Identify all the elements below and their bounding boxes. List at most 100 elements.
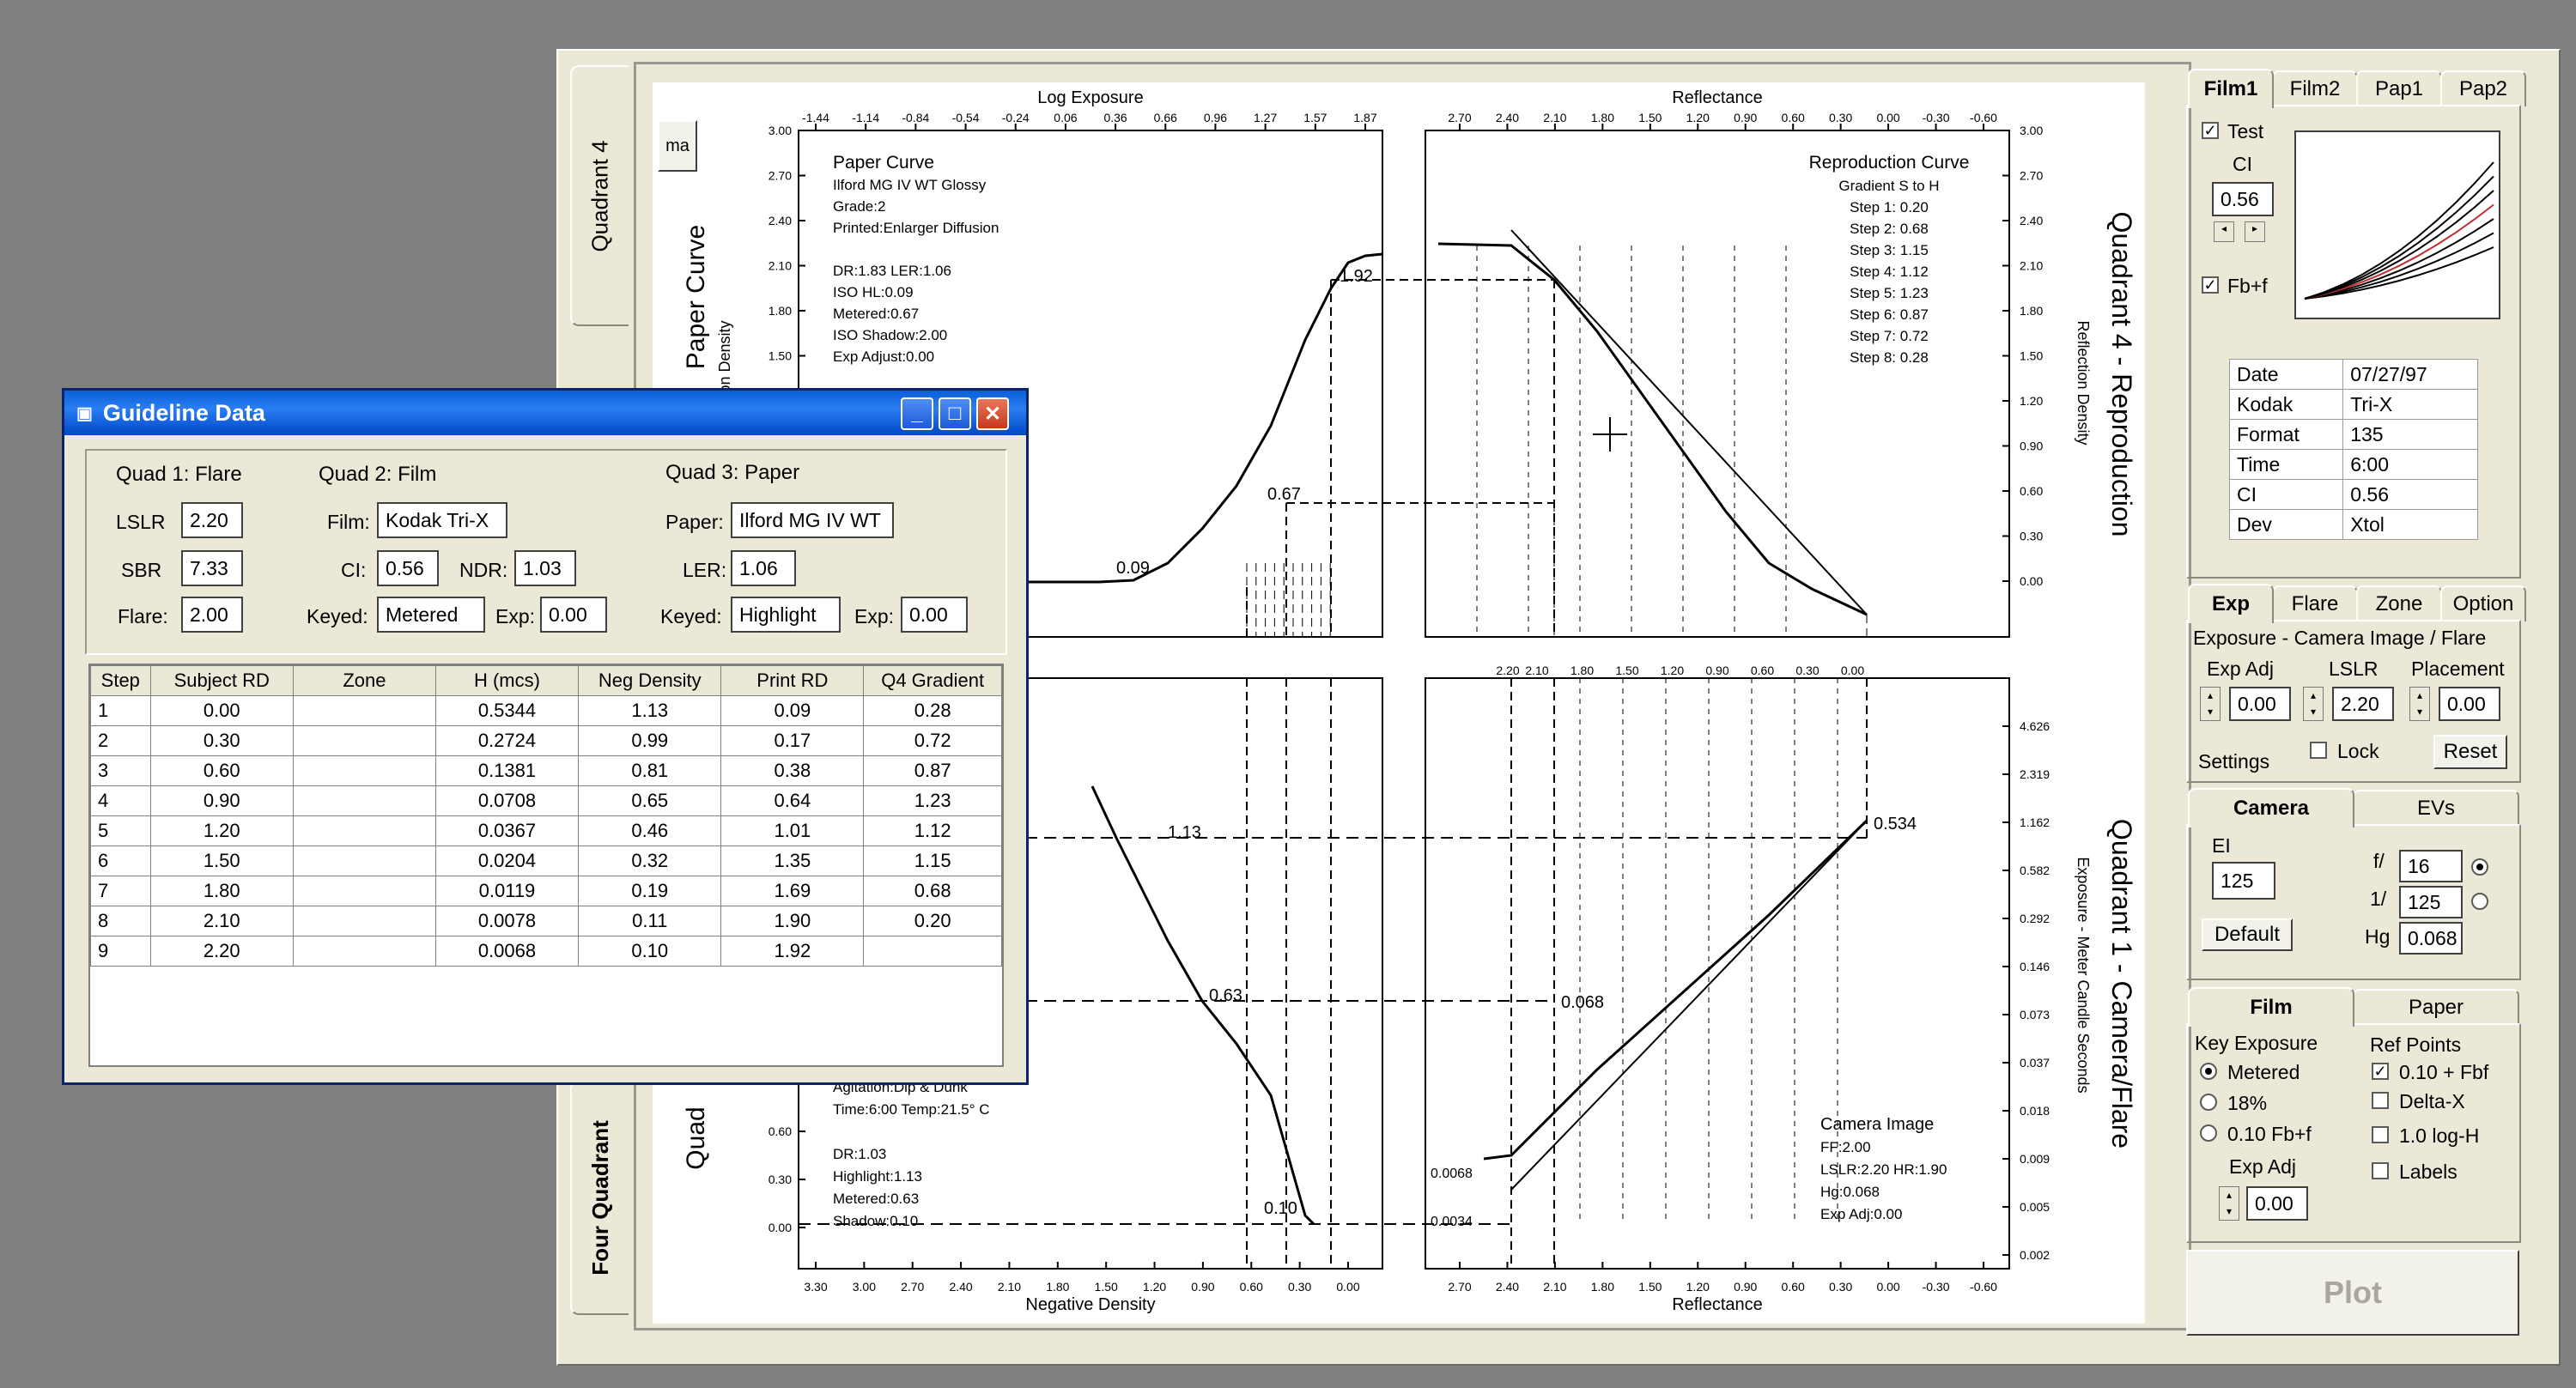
tab-flare[interactable]: Flare <box>2272 585 2358 621</box>
placement-spinner[interactable]: ▴ ▾ <box>2409 687 2430 721</box>
reset-button[interactable]: Reset <box>2433 735 2507 769</box>
ci-field[interactable]: 0.56 <box>377 550 439 586</box>
column-header[interactable]: Neg Density <box>578 665 722 696</box>
tab-evs[interactable]: EVs <box>2353 790 2519 826</box>
maximize-button[interactable]: □ <box>939 397 971 430</box>
info-cell: 6:00 <box>2342 449 2478 480</box>
ci-spin-left[interactable]: ◂ <box>2214 221 2234 242</box>
ler-field[interactable]: 1.06 <box>731 550 796 586</box>
tick-label: 0.582 <box>2020 864 2050 877</box>
tab-film[interactable]: Film <box>2188 987 2354 1027</box>
table-row[interactable]: 9 2.20 0.0068 0.10 1.92 <box>90 936 1002 967</box>
axis-title-log-exposure: Log Exposure <box>1037 88 1143 107</box>
point-label: 0.10 <box>1264 1199 1297 1218</box>
ma-button[interactable]: ma <box>658 120 697 172</box>
info-cell: Kodak <box>2228 389 2344 420</box>
film-exp-adj-spinner[interactable]: ▴ ▾ <box>2219 1186 2239 1221</box>
table-cell: 1.15 <box>863 846 1002 876</box>
point-label: 0.0068 <box>1431 1167 1473 1181</box>
placement-input[interactable]: 0.00 <box>2439 687 2500 721</box>
column-header[interactable]: Print RD <box>720 665 865 696</box>
tab-pap2[interactable]: Pap2 <box>2440 70 2526 106</box>
paper-exp-field[interactable]: 0.00 <box>901 597 968 633</box>
default-button[interactable]: Default <box>2202 918 2293 951</box>
tick-label: 2.70 <box>2020 169 2043 183</box>
exp-adj-spinner[interactable]: ▴ ▾ <box>2200 687 2221 721</box>
tab-film2[interactable]: Film2 <box>2272 70 2358 106</box>
tab-film1[interactable]: Film1 <box>2188 69 2274 108</box>
lslr-field[interactable]: 2.20 <box>181 502 243 538</box>
tab-label: Camera <box>2233 797 2310 820</box>
table-row[interactable]: 7 1.80 0.0119 0.19 1.69 0.68 <box>90 876 1002 906</box>
guideline-data-grid[interactable]: Step Subject RD Zone H (mcs) Neg Density Prin… <box>88 664 1004 1067</box>
table-row[interactable]: 6 1.50 0.0204 0.32 1.35 1.15 <box>90 846 1002 876</box>
minimize-icon: _ <box>911 402 923 425</box>
keyed-field[interactable]: Metered <box>377 597 485 633</box>
f-stop-radio[interactable] <box>2471 858 2488 876</box>
tick-label: 0.60 <box>2020 484 2043 498</box>
tab-exp[interactable]: Exp <box>2188 584 2274 623</box>
tab-camera[interactable]: Camera <box>2188 788 2354 827</box>
paper-info-line: Ilford MG IV WT Glossy <box>833 177 987 193</box>
fbf-checkbox[interactable]: ✓ <box>2202 276 2219 294</box>
tick-label: 1.50 <box>1638 1280 1662 1294</box>
sbr-field[interactable]: 7.33 <box>181 550 243 586</box>
tab-zone[interactable]: Zone <box>2356 585 2442 621</box>
paper-keyed-field[interactable]: Highlight <box>731 597 841 633</box>
plot-button[interactable]: Plot <box>2186 1250 2519 1336</box>
ei-input[interactable]: 125 <box>2212 862 2275 900</box>
log-h-checkbox[interactable] <box>2372 1126 2389 1143</box>
dialog-title-bar[interactable]: ▣ Guideline Data _ □ ✕ <box>64 391 1026 435</box>
paper-field[interactable]: Ilford MG IV WT <box>731 502 894 538</box>
table-row[interactable]: 3 0.60 0.1381 0.81 0.38 0.87 <box>90 755 1002 786</box>
lslr-input[interactable]: 2.20 <box>2332 687 2394 721</box>
metered-radio[interactable] <box>2200 1063 2217 1080</box>
exp-adj-input[interactable]: 0.00 <box>2229 687 2291 721</box>
tab-label: Quadrant 4 <box>586 139 613 252</box>
tab-pap1[interactable]: Pap1 <box>2356 70 2442 106</box>
column-header[interactable]: Subject RD <box>149 665 294 696</box>
minimize-button[interactable]: _ <box>901 397 933 430</box>
column-header[interactable]: Q4 Gradient <box>863 665 1002 696</box>
axis-title-negative-density: Negative Density <box>1025 1295 1155 1314</box>
shutter-input[interactable]: 125 <box>2399 886 2463 918</box>
table-row[interactable]: 2 0.30 0.2724 0.99 0.17 0.72 <box>90 725 1002 756</box>
fbf-radio[interactable] <box>2200 1124 2217 1142</box>
exp-field[interactable]: 0.00 <box>540 597 607 633</box>
flare-field[interactable]: 2.00 <box>181 597 243 633</box>
tab-label: Pap1 <box>2374 77 2424 100</box>
column-header[interactable]: Step <box>90 665 151 696</box>
film-info-table: Date 07/27/97 Kodak Tri-X Format 135 Time 6:00 C… <box>2228 359 2478 540</box>
tab-option[interactable]: Option <box>2440 585 2526 621</box>
tick-label: 4.626 <box>2020 719 2050 733</box>
tab-quadrant-4[interactable]: Quadrant 4 <box>570 65 629 326</box>
ci-input[interactable]: 0.56 <box>2212 182 2274 216</box>
metered-label: Metered <box>2227 1061 2300 1083</box>
table-row[interactable]: 8 2.10 0.0078 0.11 1.90 0.20 <box>90 906 1002 936</box>
shutter-radio[interactable] <box>2471 893 2488 910</box>
hg-input[interactable]: 0.068 <box>2399 922 2463 955</box>
f-stop-input[interactable]: 16 <box>2399 850 2463 882</box>
ndr-field[interactable]: 1.03 <box>514 550 576 586</box>
lock-checkbox[interactable] <box>2310 742 2327 759</box>
delta-x-checkbox[interactable] <box>2372 1092 2389 1109</box>
test-checkbox[interactable]: ✓ <box>2202 122 2219 139</box>
labels-checkbox[interactable] <box>2372 1162 2389 1179</box>
table-row[interactable]: 5 1.20 0.0367 0.46 1.01 1.12 <box>90 815 1002 846</box>
test-label: Test <box>2227 120 2264 142</box>
close-button[interactable]: ✕ <box>976 397 1009 430</box>
ci-spin-right[interactable]: ▸ <box>2245 221 2265 242</box>
column-header[interactable]: Zone <box>292 665 436 696</box>
18-percent-radio[interactable] <box>2200 1094 2217 1111</box>
table-row[interactable]: 1 0.00 0.5344 1.13 0.09 0.28 <box>90 695 1002 726</box>
film-field[interactable]: Kodak Tri-X <box>377 502 507 538</box>
tab-paper[interactable]: Paper <box>2353 989 2519 1025</box>
film-exp-adj-input[interactable]: 0.00 <box>2246 1186 2308 1221</box>
exp-adj-label: Exp Adj <box>2207 658 2274 680</box>
table-row[interactable]: 4 0.90 0.0708 0.65 0.64 1.23 <box>90 785 1002 816</box>
lslr-spinner[interactable]: ▴ ▾ <box>2303 687 2324 721</box>
table-cell: 2 <box>90 725 151 756</box>
tab-four-quadrant[interactable]: Four Quadrant <box>570 1080 629 1315</box>
ref-010-checkbox[interactable]: ✓ <box>2372 1063 2389 1080</box>
column-header[interactable]: H (mcs) <box>434 665 580 696</box>
